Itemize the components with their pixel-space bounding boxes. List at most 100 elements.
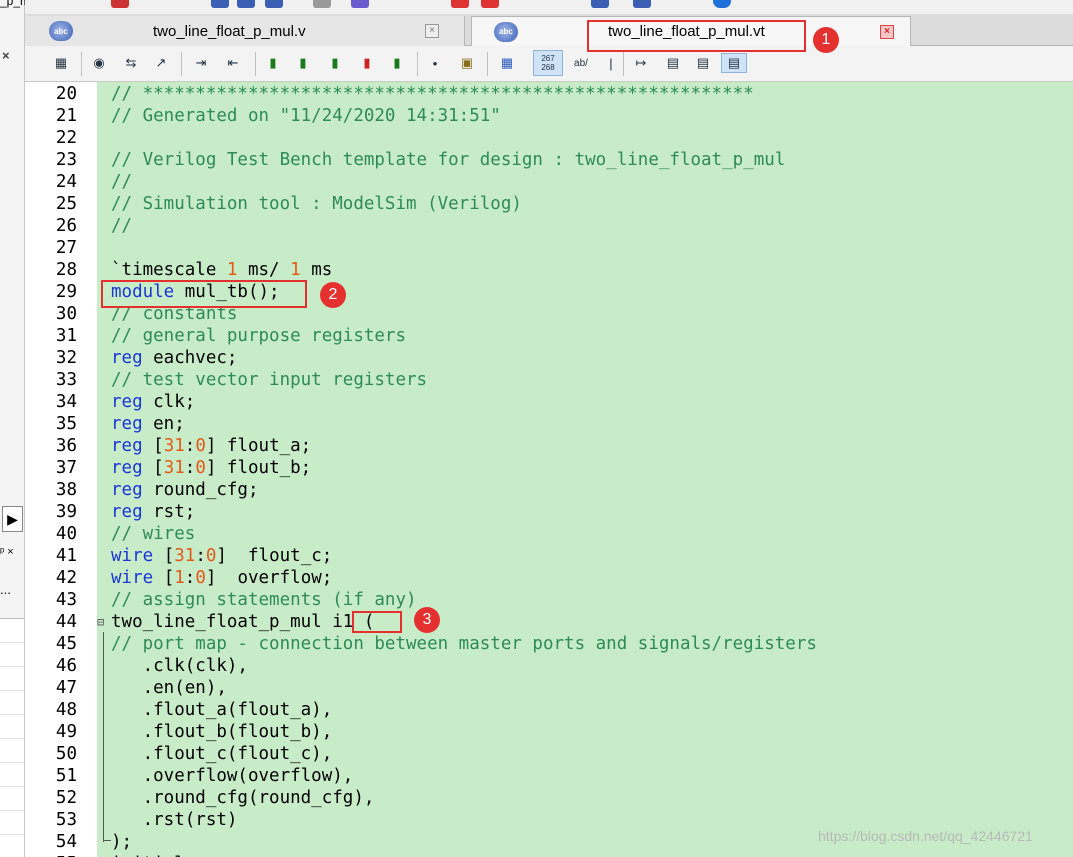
code-line[interactable]: 34 reg clk; [25, 391, 1073, 413]
goto-icon[interactable]: ↗ [151, 53, 171, 73]
code-line[interactable]: 47 .en(en), [25, 677, 1073, 699]
indent-icon[interactable]: ⇥ [191, 53, 211, 73]
code-line[interactable]: 24 // [25, 171, 1073, 193]
code-line[interactable]: 39 reg rst; [25, 501, 1073, 523]
toggle-icon[interactable]: ▦ [497, 53, 517, 73]
find-icon[interactable]: ◉ [89, 53, 109, 73]
token-plain: two_line_float_p_mul i1 ( [111, 612, 375, 632]
code-text: // test vector input registers [111, 369, 427, 391]
pin-close-icon[interactable]: ᵖ × [0, 546, 14, 558]
tool-icon[interactable] [211, 0, 229, 8]
editor-tab-bar: abc two_line_float_p_mul.v × abc two_lin… [25, 14, 1073, 46]
code-line[interactable]: 55 initial [25, 853, 1073, 857]
tool-icon[interactable] [481, 0, 499, 8]
code-line[interactable]: 43 // assign statements (if any) [25, 589, 1073, 611]
code-line[interactable]: 50 .flout_c(flout_c), [25, 743, 1073, 765]
code-editor[interactable]: 20// ***********************************… [25, 20, 1073, 857]
code-line[interactable]: 25 // Simulation tool : ModelSim (Verilog… [25, 193, 1073, 215]
code-line[interactable]: 40 // wires [25, 523, 1073, 545]
code-line[interactable]: 49 .flout_b(flout_b), [25, 721, 1073, 743]
left-panel-strip: _p_mul × ▶ ᵖ × ... [0, 0, 39, 857]
tool-icon[interactable] [111, 0, 129, 8]
line-number: 24 [55, 172, 77, 192]
code-line[interactable]: 44 ⊟ two_line_float_p_mul i1 ( [25, 611, 1073, 633]
token-plain: ms [300, 260, 333, 280]
attach-icon[interactable]: • [425, 53, 445, 73]
tool-icon[interactable] [451, 0, 469, 8]
toolbar-separator [81, 52, 82, 76]
code-line[interactable]: 32 reg eachvec; [25, 347, 1073, 369]
code-line[interactable]: 51 .overflow(overflow), [25, 765, 1073, 787]
code-line[interactable]: 35 reg en; [25, 413, 1073, 435]
close-icon[interactable]: × [880, 24, 894, 39]
tool-icon[interactable] [265, 0, 283, 8]
tool-icon[interactable] [633, 0, 651, 8]
code-line[interactable]: 31 // general purpose registers [25, 325, 1073, 347]
code-line[interactable]: 38 reg round_cfg; [25, 479, 1073, 501]
cursor-icon[interactable]: | [601, 53, 621, 73]
line-number: 22 [55, 128, 77, 148]
code-text: reg rst; [111, 501, 195, 523]
token-plain: eachvec; [142, 348, 238, 368]
info-icon[interactable] [713, 0, 731, 8]
bookmark-icon[interactable]: ▮ [263, 53, 283, 73]
token-plain: .flout_c(flout_c), [111, 744, 333, 764]
bookmark-list-icon[interactable]: ▮ [387, 53, 407, 73]
code-line[interactable]: 21 // Generated on "11/24/2020 14:31:51" [25, 105, 1073, 127]
unindent-icon[interactable]: ⇤ [223, 53, 243, 73]
code-line[interactable]: 33 // test vector input registers [25, 369, 1073, 391]
token-plain: round_cfg; [142, 480, 259, 500]
tool-icon[interactable] [591, 0, 609, 8]
insert-template-icon[interactable]: ▦ [51, 53, 71, 73]
more-options-button[interactable]: ... [0, 582, 11, 597]
clear-bookmark-icon[interactable]: ▮ [357, 53, 377, 73]
line-number: 33 [55, 370, 77, 390]
line-numbers-icon[interactable]: 267 268 [533, 50, 563, 76]
code-line[interactable]: 36 reg [31:0] flout_a; [25, 435, 1073, 457]
code-text: // [111, 215, 132, 237]
prev-bookmark-icon[interactable]: ▮ [325, 53, 345, 73]
code-line[interactable]: 27 [25, 237, 1073, 259]
code-line[interactable]: 41 wire [31:0] flout_c; [25, 545, 1073, 567]
token-plain: : [184, 436, 196, 456]
code-line[interactable]: 52 .round_cfg(round_cfg), [25, 787, 1073, 809]
code-text: // Generated on "11/24/2020 14:31:51" [111, 105, 501, 127]
replace-icon[interactable]: ⇆ [121, 53, 141, 73]
code-text: .en(en), [111, 677, 227, 699]
main-toolbar [25, 0, 1073, 14]
code-line[interactable]: 28 `timescale 1 ms/ 1 ms [25, 259, 1073, 281]
view1-icon[interactable]: ▤ [663, 53, 683, 73]
play-icon[interactable] [351, 0, 369, 8]
annotation-box-tab [587, 20, 806, 52]
code-line[interactable]: 42 wire [1:0] overflow; [25, 567, 1073, 589]
fold-toggle-icon[interactable]: ⊟ [97, 611, 109, 633]
close-icon[interactable]: × [425, 24, 439, 38]
code-line[interactable]: 46 .clk(clk), [25, 655, 1073, 677]
view2-icon[interactable]: ▤ [693, 53, 713, 73]
fold-guide-end [103, 840, 111, 841]
tab-two-line-float-p-mul-v[interactable]: abc two_line_float_p_mul.v × [25, 16, 465, 46]
code-line[interactable]: 37 reg [31:0] flout_b; [25, 457, 1073, 479]
code-line[interactable]: 45 // port map - connection between maste… [25, 633, 1073, 655]
close-icon[interactable]: × [2, 48, 10, 63]
code-text: .flout_a(flout_a), [111, 699, 333, 721]
code-line[interactable]: 26 // [25, 215, 1073, 237]
code-line[interactable]: 22 [25, 127, 1073, 149]
token-plain: ] flout_b; [205, 458, 312, 478]
view3-icon[interactable]: ▤ [721, 53, 747, 73]
code-line[interactable]: 23 // Verilog Test Bench template for des… [25, 149, 1073, 171]
code-line[interactable]: 20 // ***********************************… [25, 83, 1073, 105]
tool-icon[interactable] [237, 0, 255, 8]
token-num: 1 [290, 260, 301, 280]
token-kw: reg [111, 348, 143, 368]
editor-toolbar: ▦ ◉ ⇆ ↗ ⇥ ⇤ ▮ ▮ ▮ ▮ ▮ • ▣ ▦ 267 268 ab/ … [25, 46, 1073, 82]
tool-icon[interactable] [313, 0, 331, 8]
code-line[interactable]: 48 .flout_a(flout_a), [25, 699, 1073, 721]
token-plain: : [195, 546, 206, 566]
arrow-right-icon[interactable]: ▶ [2, 506, 23, 532]
next-bookmark-icon[interactable]: ▮ [293, 53, 313, 73]
spellcheck-icon[interactable]: ab/ [567, 53, 595, 73]
verilog-file-icon: abc [494, 21, 518, 42]
block-comment-icon[interactable]: ▣ [457, 53, 477, 73]
wrap-icon[interactable]: ↦ [631, 53, 651, 73]
